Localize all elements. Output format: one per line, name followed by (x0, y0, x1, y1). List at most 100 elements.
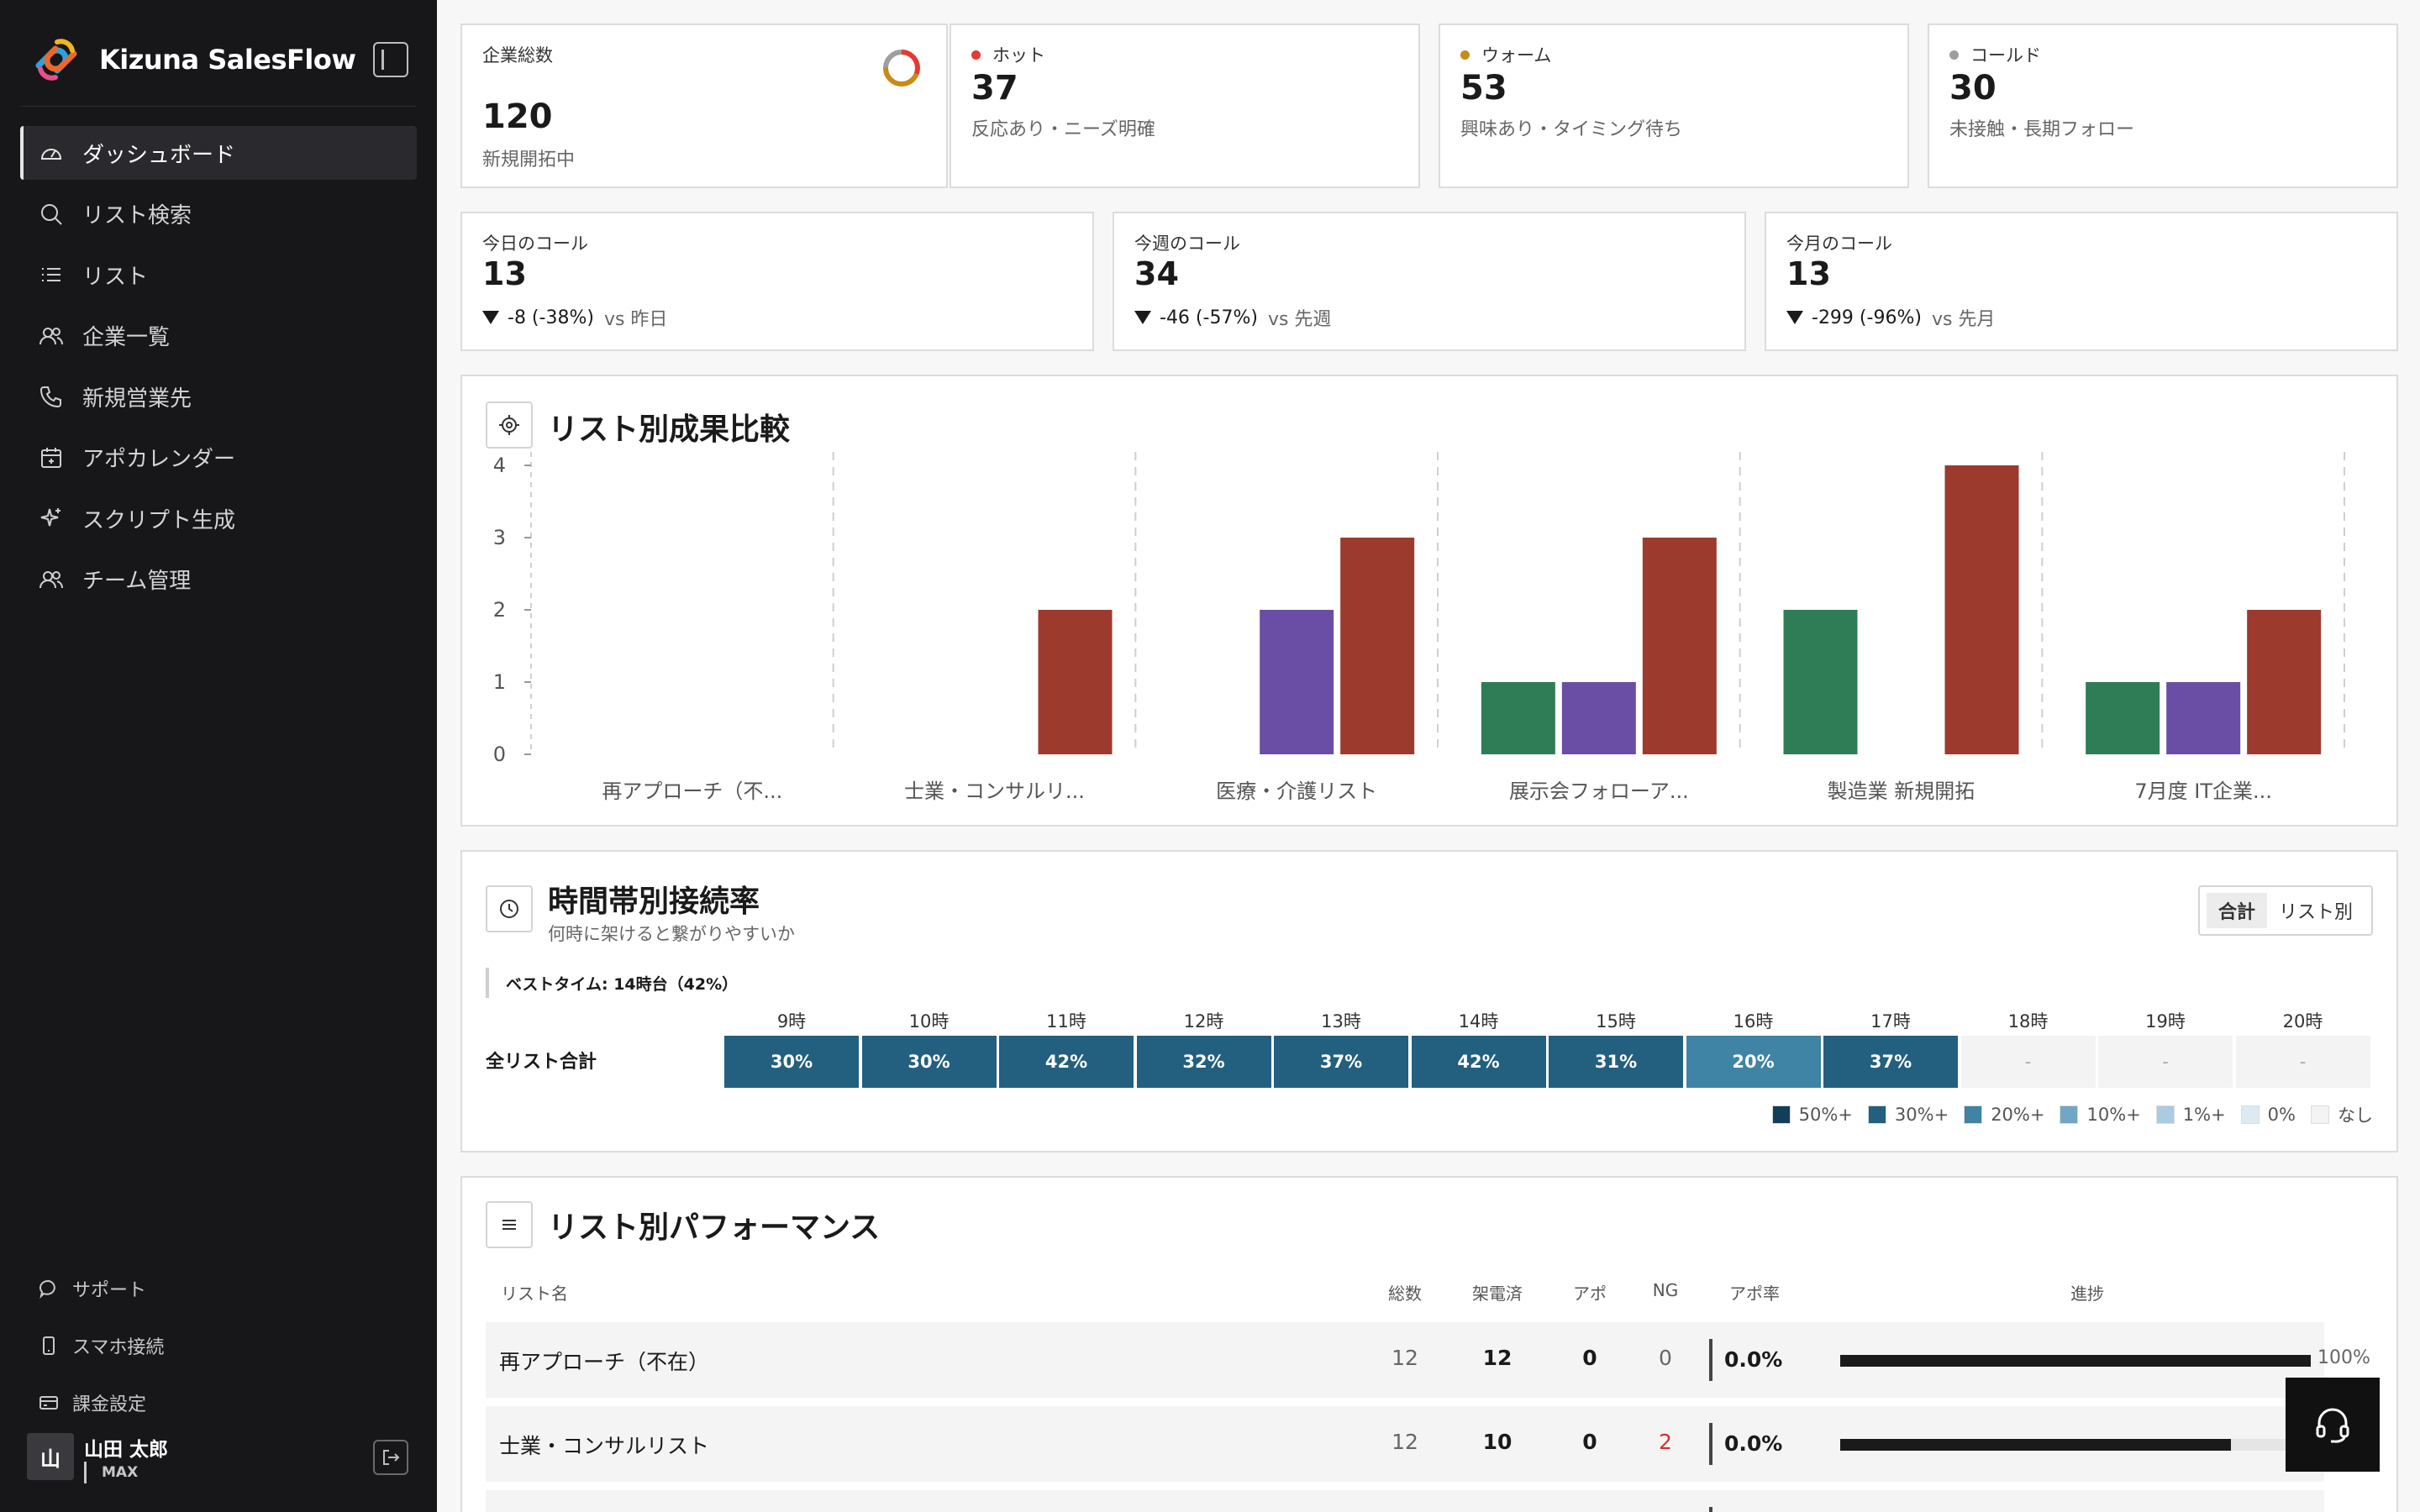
toggle-by-list[interactable]: リスト別 (2267, 893, 2365, 928)
hour-column-header: 16時 (1733, 1011, 1774, 1032)
heatmap-cell[interactable]: - (2098, 1036, 2233, 1088)
sidebar-toggle-button[interactable] (373, 42, 408, 77)
heatmap-cell[interactable]: 20% (1686, 1036, 1821, 1088)
warm-dot-icon (1460, 50, 1470, 60)
column-header-total[interactable]: 総数 (1371, 1280, 1439, 1305)
sidebar-item-apo-calendar[interactable]: アポカレンダー (20, 431, 417, 485)
main-nav: ダッシュボード リスト検索 リスト 企業一覧 新規営業先 アポカレンダー スクリ… (20, 126, 417, 613)
best-time-note: ベストタイム: 14時台（42%） (486, 968, 738, 998)
column-header-rate[interactable]: アポ率 (1712, 1280, 1797, 1305)
trend-down-icon (1134, 311, 1151, 324)
cell-called: 10 (1482, 1430, 1512, 1454)
column-header-apo[interactable]: アポ (1556, 1280, 1623, 1305)
call-value: 34 (1134, 255, 1179, 292)
hour-column-header: 17時 (1870, 1011, 1911, 1032)
x-tick-label: 展示会フォローア... (1509, 780, 1689, 803)
table-row[interactable]: 再アプローチ（不在） 12 12 0 0 0.0% 100% (486, 1322, 2370, 1398)
heatmap-cell[interactable]: 30% (861, 1036, 997, 1088)
sidebar-item-dashboard[interactable]: ダッシュボード (20, 126, 417, 180)
call-delta: -8 (-38%) (508, 307, 594, 328)
sidebar-item-new-prospects[interactable]: 新規営業先 (20, 370, 417, 423)
smartphone-icon (37, 1334, 60, 1357)
sidebar-item-lists[interactable]: リスト (20, 248, 417, 302)
call-card-today[interactable]: 今日のコール 13 -8 (-38%) vs 昨日 (460, 212, 1094, 351)
heatmap-cell[interactable]: 31% (1549, 1036, 1683, 1088)
sidebar-item-support[interactable]: サポート (37, 1260, 164, 1317)
hour-column-header: 19時 (2145, 1011, 2186, 1032)
sidebar-item-label: 課金設定 (72, 1394, 147, 1415)
call-label: 今月のコール (1786, 234, 1892, 254)
sidebar-item-script-generator[interactable]: スクリプト生成 (20, 491, 417, 545)
avatar: 山 (27, 1433, 74, 1480)
hour-column-header: 13時 (1321, 1011, 1361, 1032)
aggregation-toggle[interactable]: 合計 リスト別 (2197, 885, 2373, 936)
heatmap-cell[interactable]: 37% (1823, 1036, 1958, 1088)
stat-card-cold[interactable]: コールド 30 未接触・長期フォロー (1928, 24, 2398, 188)
progress-bar (1840, 1355, 2311, 1367)
legend-label: 0% (2267, 1105, 2296, 1125)
heatmap-cell[interactable]: 32% (1136, 1036, 1271, 1088)
legend-item: 50%+ (1771, 1105, 1853, 1125)
heatmap-cell[interactable]: 42% (999, 1036, 1134, 1088)
rate-indicator (1709, 1339, 1712, 1381)
sidebar-item-billing[interactable]: 課金設定 (37, 1374, 164, 1431)
cold-dot-icon (1949, 50, 1959, 60)
logout-button[interactable] (373, 1440, 408, 1475)
help-support-button[interactable] (2286, 1378, 2380, 1472)
sidebar-item-label: サポート (72, 1280, 147, 1301)
call-trend: -8 (-38%) vs 昨日 (482, 304, 667, 331)
menu-icon (486, 1201, 533, 1248)
column-header-ng[interactable]: NG (1632, 1280, 1699, 1300)
user-profile[interactable]: 山 山田 太郎 MAX (27, 1433, 410, 1483)
call-card-week[interactable]: 今週のコール 34 -46 (-57%) vs 先週 (1113, 212, 1746, 351)
legend-item: 20%+ (1964, 1105, 2044, 1125)
sidebar-divider (20, 106, 417, 107)
legend-swatch (1867, 1105, 1886, 1124)
heatmap-cell[interactable]: 42% (1411, 1036, 1546, 1088)
column-header-called[interactable]: 架電済 (1464, 1280, 1531, 1305)
heatmap-cell[interactable]: 30% (724, 1036, 859, 1088)
sidebar-item-mobile-connect[interactable]: スマホ接続 (37, 1317, 164, 1374)
heatmap-cell[interactable]: 37% (1274, 1036, 1408, 1088)
call-vs: vs 昨日 (603, 309, 668, 330)
stat-card-hot[interactable]: ホット 37 反応あり・ニーズ明確 (950, 24, 1420, 188)
hour-column-header: 15時 (1596, 1011, 1636, 1032)
stat-sub: 興味あり・タイミング待ち (1460, 119, 1683, 140)
column-header-progress[interactable]: 進捗 (2045, 1280, 2129, 1305)
column-header-name[interactable]: リスト名 (501, 1280, 568, 1305)
hour-column-header: 14時 (1458, 1011, 1499, 1032)
stat-sub: 未接触・長期フォロー (1949, 119, 2135, 140)
hour-column-header: 20時 (2282, 1011, 2323, 1032)
stat-card-warm[interactable]: ウォーム 53 興味あり・タイミング待ち (1439, 24, 1909, 188)
hourly-connection-card: 時間帯別接続率 何時に架けると繋がりやすいか 合計 リスト別 ベストタイム: 1… (460, 850, 2398, 1152)
sidebar-item-label: リスト (82, 264, 149, 290)
table-row[interactable] (486, 1490, 2324, 1512)
bar (1260, 610, 1334, 754)
progress-fill (1840, 1355, 2311, 1367)
sidebar-item-list-search[interactable]: リスト検索 (20, 187, 417, 241)
toggle-total[interactable]: 合計 (2206, 893, 2267, 928)
plan-badge: MAX (84, 1462, 138, 1483)
hot-dot-icon (971, 50, 981, 60)
hour-column-header: 11時 (1046, 1011, 1086, 1032)
sidebar-item-companies[interactable]: 企業一覧 (20, 309, 417, 363)
call-trend: -299 (-96%) vs 先月 (1786, 304, 1995, 331)
bar (2086, 682, 2160, 754)
heatmap-cell[interactable]: - (1960, 1036, 2096, 1088)
stat-card-total-companies[interactable]: 企業総数 120 新規開拓中 (460, 24, 948, 188)
bar (1783, 610, 1858, 754)
x-tick-label: 再アプローチ（不... (602, 780, 782, 803)
call-card-month[interactable]: 今月のコール 13 -299 (-96%) vs 先月 (1765, 212, 2398, 351)
sidebar-item-team[interactable]: チーム管理 (20, 553, 417, 606)
clock-icon (486, 885, 533, 932)
x-tick-label: 製造業 新規開拓 (1828, 780, 1975, 803)
phone-icon (37, 382, 66, 411)
sparkle-icon (37, 504, 66, 533)
stat-label: ウォーム (1481, 45, 1552, 66)
heatmap-cell[interactable]: - (2235, 1036, 2370, 1088)
brand[interactable]: Kizuna SalesFlow (27, 30, 356, 89)
call-label: 今週のコール (1134, 234, 1240, 254)
table-row[interactable]: 士業・コンサルリスト 12 10 0 2 0.0% (486, 1406, 2324, 1482)
hour-column-header: 18時 (2007, 1011, 2049, 1032)
stat-value: 37 (971, 69, 1018, 108)
